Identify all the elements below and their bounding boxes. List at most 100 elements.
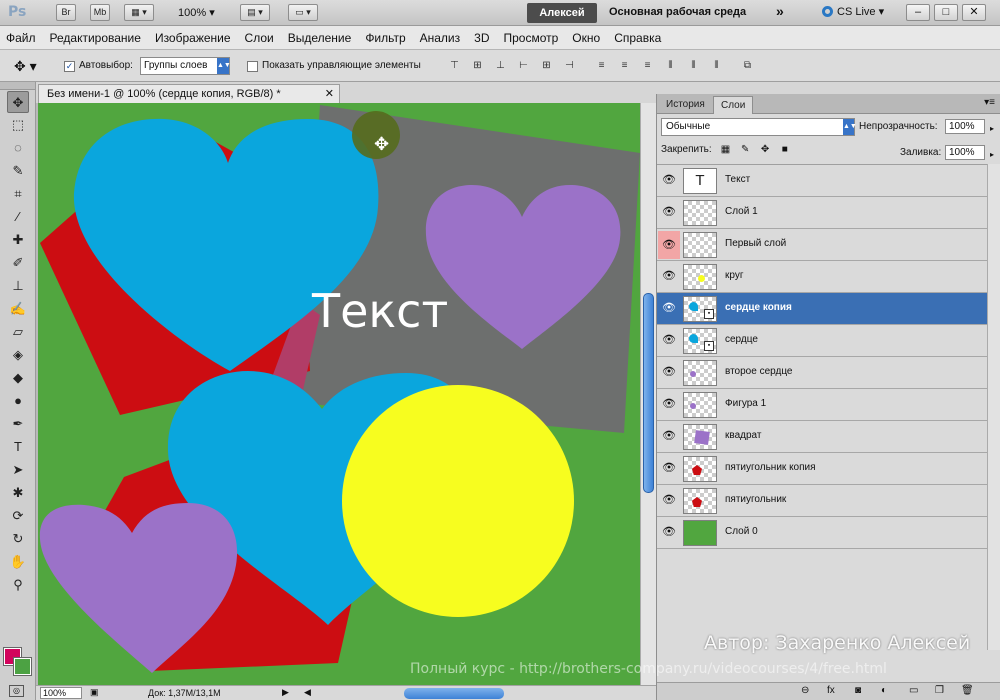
visibility-eye-icon[interactable]: 👁 — [661, 173, 677, 187]
tab-layers[interactable]: Слои — [713, 96, 754, 114]
layer-row[interactable]: 👁 Первый слой — [657, 229, 987, 261]
dodge-tool-icon[interactable]: ● — [7, 390, 29, 412]
move-tool-preset-icon[interactable]: ✥ ▾ — [14, 58, 37, 75]
menu-image[interactable]: Изображение — [155, 31, 231, 45]
align-right-icon[interactable]: ⊣ — [562, 59, 577, 73]
visibility-eye-icon[interactable]: 👁 — [661, 429, 677, 443]
visibility-eye-icon[interactable]: 👁 — [658, 231, 680, 259]
menu-help[interactable]: Справка — [614, 31, 661, 45]
visibility-eye-icon[interactable]: 👁 — [661, 205, 677, 219]
delete-layer-icon[interactable]: 🗑 — [961, 685, 974, 696]
distribute-top-icon[interactable]: ≡ — [594, 59, 609, 73]
distribute-vcenter-icon[interactable]: ≡ — [617, 59, 632, 73]
lock-position-icon[interactable]: ✥ — [759, 144, 771, 156]
lasso-tool-icon[interactable]: ◌ — [7, 137, 29, 159]
layer-row[interactable]: 👁 ▪ сердце копия — [657, 293, 987, 325]
hand-tool-icon[interactable]: ✋ — [7, 551, 29, 573]
type-tool-icon[interactable]: T — [7, 436, 29, 458]
blend-mode-select[interactable]: Обычные ▲▼ — [661, 118, 857, 136]
crop-tool-icon[interactable]: ⌗ — [7, 183, 29, 205]
history-brush-tool-icon[interactable]: ✍ — [7, 298, 29, 320]
new-group-icon[interactable]: ▭ — [909, 685, 918, 696]
layer-row[interactable]: 👁 квадрат — [657, 421, 987, 453]
menu-window[interactable]: Окно — [572, 31, 600, 45]
brush-tool-icon[interactable]: ✐ — [7, 252, 29, 274]
layer-row[interactable]: 👁 T Текст — [657, 165, 987, 197]
visibility-eye-icon[interactable]: 👁 — [661, 493, 677, 507]
status-zoom-field[interactable]: 100% — [40, 687, 82, 699]
visibility-eye-icon[interactable]: 👁 — [661, 397, 677, 411]
screen-mode-button[interactable]: ▭ ▾ — [288, 4, 318, 21]
document-tab[interactable]: Без имени-1 @ 100% (сердце копия, RGB/8)… — [38, 84, 340, 103]
stamp-tool-icon[interactable]: ⊥ — [7, 275, 29, 297]
new-layer-icon[interactable]: ❐ — [935, 685, 944, 696]
paint-bucket-tool-icon[interactable]: ◈ — [7, 344, 29, 366]
workspace-switcher[interactable]: Основная рабочая среда — [609, 6, 746, 18]
opacity-field[interactable]: 100% ▸ — [945, 119, 994, 134]
menu-filter[interactable]: Фильтр — [365, 31, 405, 45]
quick-mask-icon[interactable]: ◎ — [9, 685, 24, 697]
more-workspaces-icon[interactable]: » — [776, 3, 784, 19]
menu-analysis[interactable]: Анализ — [420, 31, 461, 45]
menu-layers[interactable]: Слои — [245, 31, 274, 45]
auto-align-icon[interactable]: ⧉ — [740, 59, 755, 73]
layer-row[interactable]: 👁 Слой 1 — [657, 197, 987, 229]
maximize-button[interactable]: □ — [934, 4, 958, 21]
layer-row[interactable]: 👁 ▪ сердце — [657, 325, 987, 357]
align-bottom-icon[interactable]: ⊥ — [493, 59, 508, 73]
canvas-vertical-scrollbar[interactable] — [640, 103, 656, 685]
menu-3d[interactable]: 3D — [474, 31, 489, 45]
align-top-icon[interactable]: ⊤ — [447, 59, 462, 73]
scroll-left-icon[interactable]: ◀ — [304, 687, 311, 698]
tools-grip[interactable] — [0, 82, 35, 90]
status-preview-icon[interactable]: ▣ — [90, 687, 99, 698]
zoom-level-dropdown[interactable]: 100% ▾ — [178, 6, 215, 19]
lock-all-icon[interactable]: ■ — [779, 144, 791, 156]
close-button[interactable]: ✕ — [962, 4, 986, 21]
horizontal-scroll-thumb[interactable] — [404, 688, 504, 699]
show-controls-checkbox[interactable] — [247, 61, 258, 72]
layer-row[interactable]: 👁 Слой 0 — [657, 517, 987, 549]
layer-style-icon[interactable]: fx — [827, 685, 835, 696]
arrange-documents-button[interactable]: ▤ ▾ — [240, 4, 270, 21]
menu-file[interactable]: Файл — [6, 31, 36, 45]
opacity-slider-icon[interactable]: ▸ — [990, 122, 994, 135]
layer-row[interactable]: 👁 пятиугольник копия — [657, 453, 987, 485]
view-extras-button[interactable]: ▦ ▾ — [124, 4, 154, 21]
autoselect-checkbox[interactable]: ✓ — [64, 61, 75, 72]
lock-pixels-icon[interactable]: ✎ — [739, 144, 751, 156]
path-select-tool-icon[interactable]: ➤ — [7, 459, 29, 481]
visibility-eye-icon[interactable]: 👁 — [661, 525, 677, 539]
layer-row[interactable]: 👁 второе сердце — [657, 357, 987, 389]
menu-edit[interactable]: Редактирование — [50, 31, 141, 45]
minimize-button[interactable]: – — [906, 4, 930, 21]
adjustment-layer-icon[interactable]: ◐ — [881, 685, 887, 696]
bridge-button[interactable]: Br — [56, 4, 76, 21]
visibility-eye-icon[interactable]: 👁 — [661, 333, 677, 347]
close-document-icon[interactable]: ✕ — [325, 85, 334, 103]
distribute-left-icon[interactable]: ⦀ — [663, 59, 678, 73]
user-name[interactable]: Алексей — [527, 3, 597, 23]
visibility-eye-icon[interactable]: 👁 — [661, 301, 677, 315]
pen-tool-icon[interactable]: ✒ — [7, 413, 29, 435]
shape-tool-icon[interactable]: ✱ — [7, 482, 29, 504]
align-left-icon[interactable]: ⊢ — [516, 59, 531, 73]
quick-select-tool-icon[interactable]: ✎ — [7, 160, 29, 182]
layer-row[interactable]: 👁 Фигура 1 — [657, 389, 987, 421]
status-menu-icon[interactable]: ▶ — [282, 687, 289, 698]
fill-field[interactable]: 100% ▸ — [945, 145, 994, 160]
3d-orbit-tool-icon[interactable]: ↻ — [7, 528, 29, 550]
menu-select[interactable]: Выделение — [288, 31, 352, 45]
visibility-eye-icon[interactable]: 👁 — [661, 269, 677, 283]
layers-scrollbar[interactable] — [987, 164, 1000, 650]
eraser-tool-icon[interactable]: ▱ — [7, 321, 29, 343]
fill-slider-icon[interactable]: ▸ — [990, 148, 994, 161]
tab-history[interactable]: История — [659, 96, 712, 114]
background-color-swatch[interactable] — [13, 657, 32, 676]
blur-tool-icon[interactable]: ◆ — [7, 367, 29, 389]
eyedropper-tool-icon[interactable]: ⁄ — [7, 206, 29, 228]
3d-rotate-tool-icon[interactable]: ⟳ — [7, 505, 29, 527]
marquee-tool-icon[interactable]: ⬚ — [7, 114, 29, 136]
zoom-tool-icon[interactable]: ⚲ — [7, 574, 29, 596]
align-hcenter-icon[interactable]: ⊞ — [539, 59, 554, 73]
